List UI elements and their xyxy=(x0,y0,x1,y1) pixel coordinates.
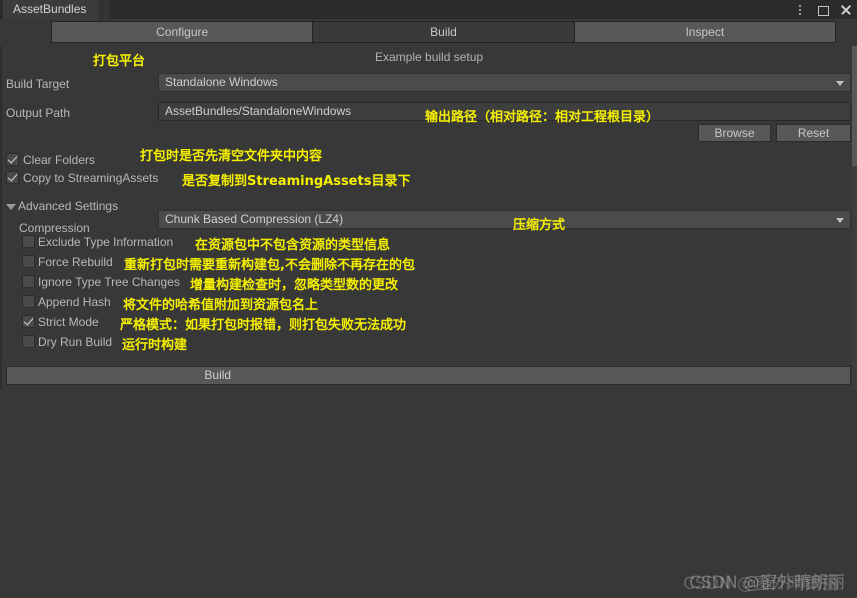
copy-to-streamingassets-checkbox[interactable] xyxy=(6,171,19,184)
chevron-down-icon xyxy=(836,80,844,86)
titlebar-tab-tail xyxy=(96,0,110,19)
close-icon xyxy=(839,3,853,17)
annotation-build-target: 打包平台 xyxy=(93,54,146,69)
mode-toolbar: Configure Build Inspect xyxy=(0,19,857,46)
dry-run-build-label: Dry Run Build xyxy=(38,335,113,349)
clear-folders-label: Clear Folders xyxy=(23,153,96,167)
panel-left-edge xyxy=(0,46,2,389)
window-menu-button[interactable] xyxy=(793,3,807,17)
annotation-append-hash: 将文件的哈希值附加到资源包名上 xyxy=(123,298,319,313)
dry-run-build-checkbox[interactable] xyxy=(22,335,35,348)
window-controls xyxy=(793,0,853,19)
tab-configure[interactable]: Configure xyxy=(52,22,314,42)
strict-mode-checkbox[interactable] xyxy=(22,315,35,328)
compression-label: Compression xyxy=(19,221,90,235)
force-rebuild-checkbox[interactable] xyxy=(22,255,35,268)
build-button[interactable]: Build xyxy=(6,366,851,385)
output-path-value: AssetBundles/StandaloneWindows xyxy=(165,104,352,118)
output-path-label: Output Path xyxy=(6,106,71,120)
compression-value: Chunk Based Compression (LZ4) xyxy=(165,212,344,226)
panel-scrollbar-thumb[interactable] xyxy=(852,46,857,166)
panel-heading: Example build setup xyxy=(375,50,484,64)
tab-build[interactable]: Build xyxy=(313,22,575,42)
watermark-text-shadow: CSDN @窗外晴朗丽 xyxy=(683,574,839,594)
watermark: CSDN @窗外晴朗丽 CSDN @窗外晴朗丽 xyxy=(625,568,845,594)
annotation-strict-mode: 严格模式：如果打包时报错，则打包失败无法成功 xyxy=(120,318,407,333)
window-tab-label: AssetBundles xyxy=(13,2,87,16)
panel-scrollbar[interactable] xyxy=(852,46,857,389)
advanced-settings-label: Advanced Settings xyxy=(18,199,119,213)
kebab-menu-icon xyxy=(793,3,807,17)
append-hash-label: Append Hash xyxy=(38,295,111,309)
annotation-ignore-type-tree: 增量构建检查时，忽略类型数的更改 xyxy=(190,278,399,293)
annotation-exclude-type-info: 在资源包中不包含资源的类型信息 xyxy=(195,238,391,253)
ignore-type-tree-changes-label: Ignore Type Tree Changes xyxy=(38,275,180,289)
annotation-compression: 压缩方式 xyxy=(513,218,566,233)
strict-mode-label: Strict Mode xyxy=(38,315,99,329)
compression-dropdown[interactable]: Chunk Based Compression (LZ4) xyxy=(158,210,851,229)
ignore-type-tree-changes-checkbox[interactable] xyxy=(22,275,35,288)
force-rebuild-label: Force Rebuild xyxy=(38,255,113,269)
advanced-settings-foldout-arrow[interactable] xyxy=(6,204,16,210)
browse-button[interactable]: Browse xyxy=(698,124,771,142)
build-target-value: Standalone Windows xyxy=(165,75,278,89)
lower-empty-area xyxy=(0,389,857,598)
build-target-label: Build Target xyxy=(6,77,70,91)
annotation-force-rebuild: 重新打包时需要重新构建包,不会删除不再存在的包 xyxy=(124,258,415,273)
clear-folders-checkbox[interactable] xyxy=(6,153,19,166)
tab-inspect[interactable]: Inspect xyxy=(574,22,835,42)
reset-button[interactable]: Reset xyxy=(776,124,851,142)
window-titlebar: AssetBundles xyxy=(0,0,857,19)
mode-tab-row: Configure Build Inspect xyxy=(51,21,836,43)
annotation-clear-folders: 打包时是否先清空文件夹中内容 xyxy=(140,149,323,164)
exclude-type-information-label: Exclude Type Information xyxy=(38,235,174,249)
annotation-output-path: 输出路径（相对路径：相对工程根目录） xyxy=(425,110,660,125)
build-target-dropdown[interactable]: Standalone Windows xyxy=(158,73,851,92)
window-close-button[interactable] xyxy=(839,3,853,17)
build-settings-panel: Example build setup 打包平台 Build Target St… xyxy=(0,46,857,389)
copy-to-streamingassets-label: Copy to StreamingAssets xyxy=(23,171,159,185)
window-tab-assetbundles[interactable]: AssetBundles xyxy=(3,0,99,19)
assetbundles-window: AssetBundles Configure Build Inspect Exa… xyxy=(0,0,857,598)
append-hash-checkbox[interactable] xyxy=(22,295,35,308)
window-maximize-button[interactable] xyxy=(816,3,830,17)
annotation-copy-to-streamingassets: 是否复制到StreamingAssets目录下 xyxy=(182,174,411,189)
maximize-icon xyxy=(817,5,829,16)
annotation-dry-run-build: 运行时构建 xyxy=(122,338,188,353)
build-button-label: Build xyxy=(204,368,232,382)
exclude-type-information-checkbox[interactable] xyxy=(22,235,35,248)
chevron-down-icon xyxy=(836,217,844,223)
